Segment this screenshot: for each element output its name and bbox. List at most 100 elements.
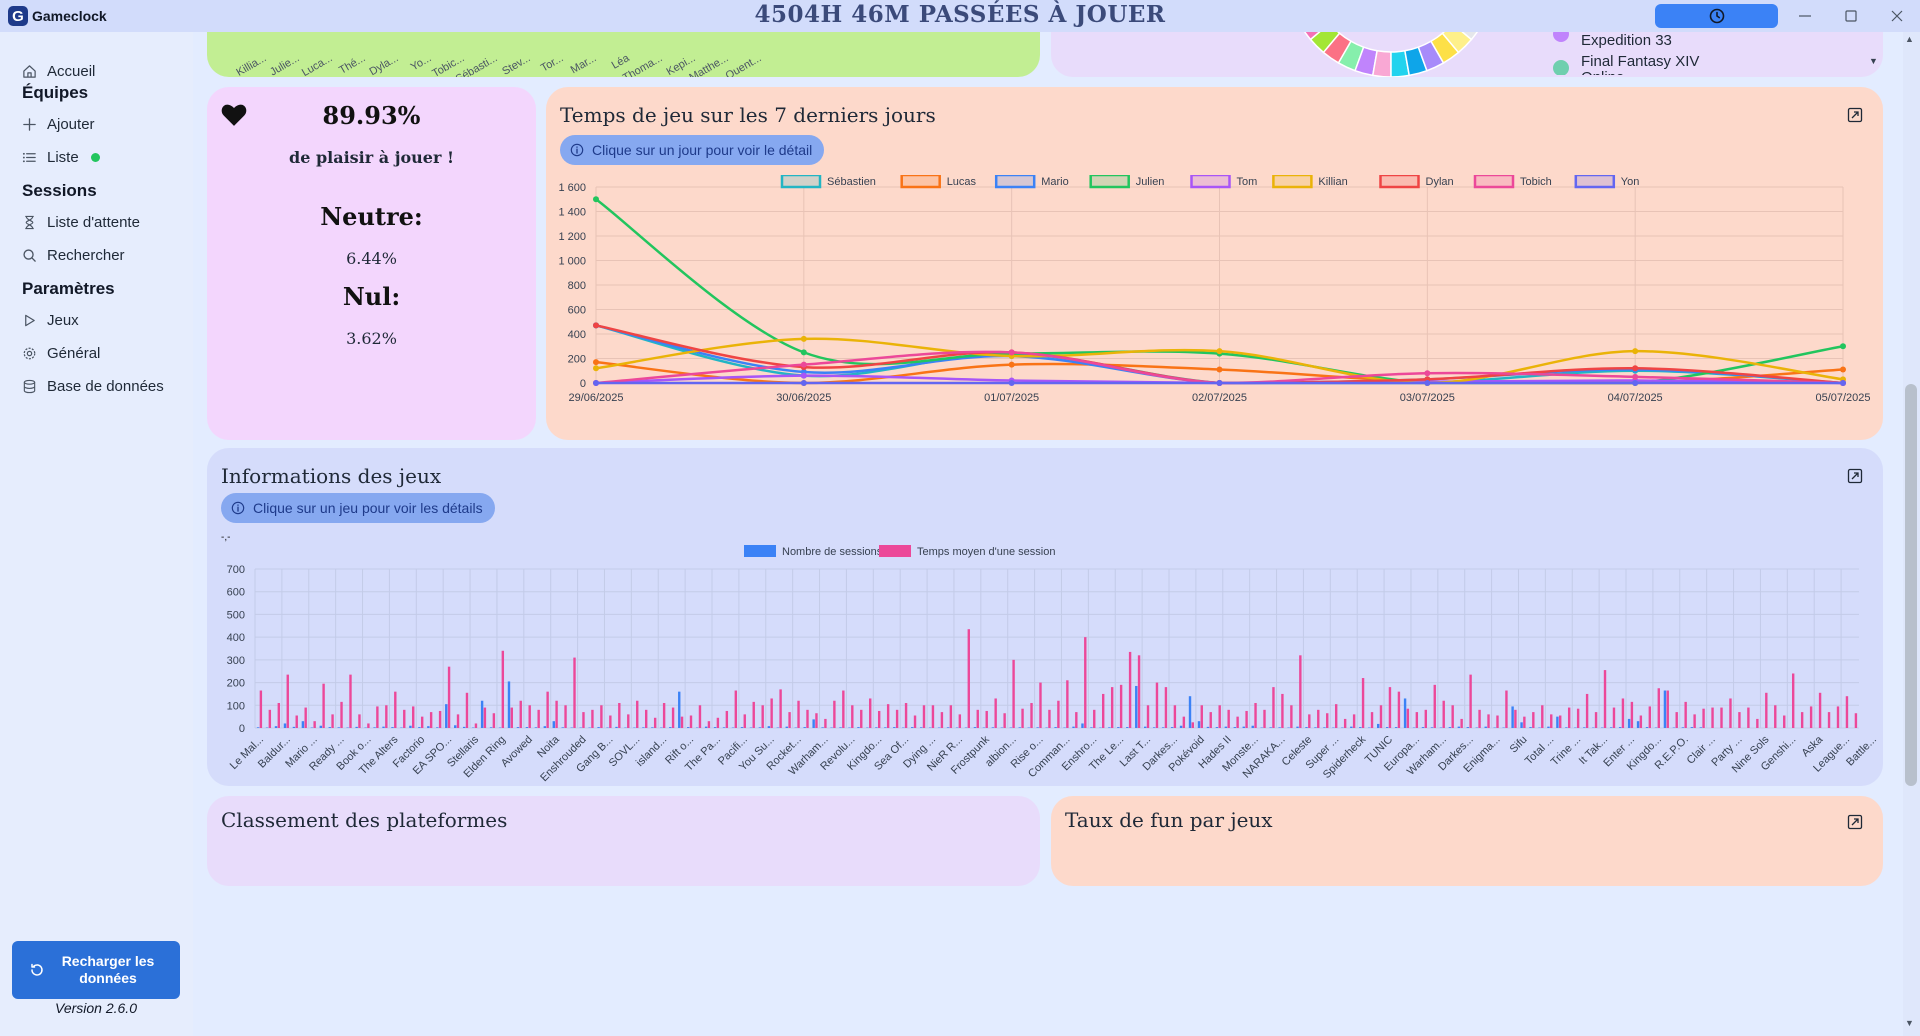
bar-avg-time[interactable] (358, 714, 361, 728)
bar-avg-time[interactable] (1711, 707, 1714, 728)
bar-sessions[interactable] (1529, 727, 1532, 728)
bar-sessions[interactable] (1645, 727, 1649, 728)
bar-avg-time[interactable] (1388, 687, 1392, 728)
bar-avg-time[interactable] (860, 709, 863, 728)
bar-sessions[interactable] (669, 727, 672, 728)
data-point[interactable] (1216, 348, 1223, 355)
bar-avg-time[interactable] (1021, 708, 1024, 728)
bar-sessions[interactable] (767, 726, 771, 728)
bar-avg-time[interactable] (1057, 700, 1060, 728)
bar-avg-time[interactable] (1415, 712, 1419, 728)
weekly-line-chart[interactable]: 0 200 400 600 800 1 000 1 200 1 400 1 600 29/06/2… (546, 175, 1883, 435)
games-bar-chart[interactable]: Nombre de sessions Temps moyen d'une sess… (207, 538, 1883, 783)
bar-avg-time[interactable] (1281, 693, 1284, 728)
expand-icon[interactable] (1847, 814, 1863, 830)
x-tick-label[interactable]: 30/06/2025 (776, 392, 831, 404)
legend-item[interactable]: Tobich (1473, 175, 1552, 189)
bar-avg-time[interactable] (1317, 709, 1320, 728)
bar-avg-time[interactable] (689, 715, 693, 728)
bar-avg-time[interactable] (671, 707, 675, 728)
bar-sessions[interactable] (1403, 698, 1407, 728)
bar-avg-time[interactable] (1254, 703, 1257, 728)
bar-sessions[interactable] (391, 727, 394, 728)
bar-avg-time[interactable] (573, 657, 576, 728)
bar-avg-time[interactable] (985, 710, 988, 728)
bar-avg-time[interactable] (1137, 655, 1141, 728)
bar-avg-time[interactable] (1666, 690, 1669, 728)
bar-avg-time[interactable] (886, 704, 890, 728)
bar-sessions[interactable] (919, 727, 923, 728)
bar-avg-time[interactable] (743, 714, 746, 728)
bar-avg-time[interactable] (1334, 704, 1338, 728)
expand-icon[interactable] (1847, 107, 1863, 123)
bar-sessions[interactable] (1457, 726, 1461, 728)
bar-avg-time[interactable] (1845, 696, 1849, 728)
bar-avg-time[interactable] (1514, 709, 1517, 728)
bar-avg-time[interactable] (707, 721, 711, 728)
bar-avg-time[interactable] (761, 705, 764, 728)
bar-avg-time[interactable] (940, 712, 944, 728)
bar-sessions[interactable] (1206, 726, 1210, 728)
bar-avg-time[interactable] (1290, 705, 1293, 728)
bar-sessions[interactable] (1215, 727, 1219, 728)
bar-sessions[interactable] (1305, 727, 1308, 728)
bar-avg-time[interactable] (474, 723, 478, 728)
bar-avg-time[interactable] (869, 698, 872, 728)
bar-sessions[interactable] (1242, 726, 1245, 728)
bar-avg-time[interactable] (1854, 713, 1858, 728)
legend-item[interactable]: Nombre de sessions (744, 545, 883, 558)
bar-avg-time[interactable] (412, 706, 415, 728)
data-point[interactable] (593, 380, 599, 386)
bar-avg-time[interactable] (1639, 715, 1643, 728)
data-point[interactable] (800, 349, 807, 356)
bar-avg-time[interactable] (438, 710, 442, 728)
bar-avg-time[interactable] (277, 703, 281, 728)
nav-add-team[interactable]: Ajouter (22, 116, 95, 133)
bar-avg-time[interactable] (1164, 687, 1168, 728)
data-point[interactable] (1424, 380, 1431, 386)
bar-avg-time[interactable] (1774, 705, 1777, 728)
legend-item[interactable]: Sébastien (780, 175, 876, 189)
bar-avg-time[interactable] (1523, 716, 1526, 728)
bar-avg-time[interactable] (501, 650, 505, 728)
bar-sessions[interactable] (758, 727, 762, 728)
bar-sessions[interactable] (328, 727, 331, 728)
bar-sessions[interactable] (704, 726, 708, 728)
bar-avg-time[interactable] (582, 712, 585, 728)
bar-avg-time[interactable] (1800, 712, 1804, 728)
bar-sessions[interactable] (1090, 727, 1093, 728)
bar-avg-time[interactable] (779, 689, 782, 728)
bar-sessions[interactable] (857, 727, 860, 728)
bar-sessions[interactable] (1394, 727, 1398, 728)
bar-avg-time[interactable] (1675, 712, 1678, 728)
bar-avg-time[interactable] (259, 690, 263, 728)
legend-item[interactable]: Lucas (900, 175, 977, 189)
bar-sessions[interactable] (543, 726, 547, 728)
bar-avg-time[interactable] (394, 691, 397, 728)
bar-avg-time[interactable] (1030, 703, 1033, 728)
data-point[interactable] (1632, 380, 1639, 386)
data-point[interactable] (593, 196, 599, 203)
bar-avg-time[interactable] (1594, 712, 1598, 728)
bar-avg-time[interactable] (1039, 682, 1042, 728)
bar-sessions[interactable] (1583, 727, 1586, 728)
bar-sessions[interactable] (1314, 727, 1317, 728)
bar-avg-time[interactable] (403, 709, 406, 728)
bar-sessions[interactable] (445, 704, 448, 728)
bar-sessions[interactable] (1448, 727, 1452, 728)
bar-avg-time[interactable] (600, 705, 603, 728)
x-tick-label[interactable]: Battle... (1844, 734, 1879, 769)
bar-sessions[interactable] (256, 727, 260, 728)
bar-avg-time[interactable] (1379, 705, 1383, 728)
bar-avg-time[interactable] (644, 709, 648, 728)
bar-avg-time[interactable] (1505, 690, 1508, 728)
x-tick-label[interactable]: 29/06/2025 (568, 392, 623, 404)
bar-sessions[interactable] (1350, 726, 1353, 728)
bar-avg-time[interactable] (1478, 709, 1481, 728)
bar-sessions[interactable] (1466, 727, 1470, 728)
bar-avg-time[interactable] (591, 709, 594, 728)
bar-avg-time[interactable] (1657, 688, 1660, 728)
bar-avg-time[interactable] (1191, 722, 1195, 728)
bar-avg-time[interactable] (949, 705, 953, 728)
bar-sessions[interactable] (516, 727, 520, 728)
